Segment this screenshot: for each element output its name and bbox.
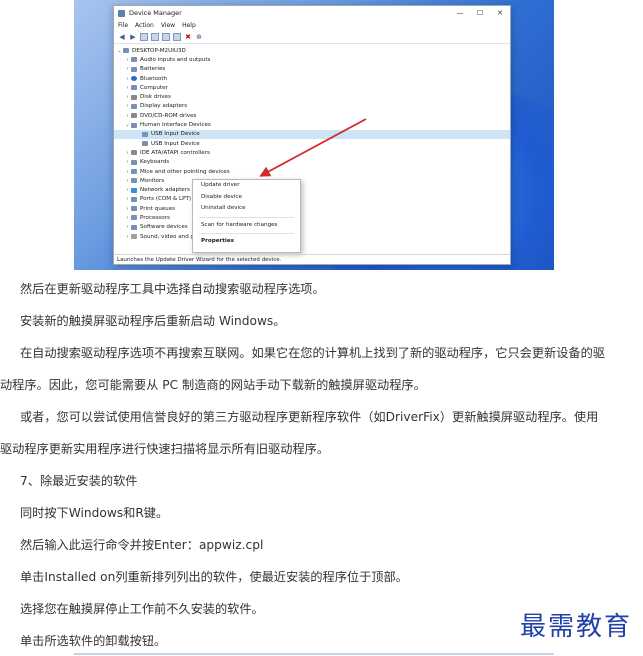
paragraph: 驱动程序更新实用程序进行快速扫描将显示所有旧驱动程序。 — [0, 442, 330, 456]
help-icon[interactable] — [151, 33, 159, 41]
uninstall-icon[interactable]: ✖ — [184, 33, 192, 41]
paragraph: 或者，您可以尝试使用信誉良好的第三方驱动程序更新程序软件（如DriverFix）… — [20, 410, 599, 424]
monitor-icon[interactable] — [173, 33, 181, 41]
menu-action[interactable]: Action — [135, 22, 154, 29]
next-image-edge — [74, 653, 554, 655]
minimize-button[interactable]: — — [450, 9, 470, 17]
section-heading: 7、除最近安装的软件 — [20, 474, 138, 488]
paragraph: 安装新的触摸屏驱动程序后重新启动 Windows。 — [20, 314, 286, 328]
paragraph: 然后输入此运行命令并按Enter：appwiz.cpl — [20, 538, 264, 552]
paragraph: 单击Installed on列重新排列列出的软件，使最近安装的程序位于顶部。 — [20, 570, 408, 584]
window-title: Device Manager — [129, 9, 182, 17]
close-button[interactable]: ✕ — [490, 9, 510, 17]
paragraph: 动程序。因此，您可能需要从 PC 制造商的网站手动下载新的触摸屏驱动程序。 — [0, 378, 426, 392]
back-icon[interactable]: ◀ — [118, 33, 126, 41]
status-bar: Launches the Update Driver Wizard for th… — [114, 254, 510, 264]
scan-icon[interactable] — [162, 33, 170, 41]
maximize-button[interactable]: ☐ — [470, 9, 490, 17]
update-icon[interactable]: ⊕ — [195, 33, 203, 41]
device-manager-icon — [118, 9, 125, 17]
paragraph: 在自动搜索驱动程序选项不再搜索互联网。如果它在您的计算机上找到了新的驱动程序，它… — [20, 346, 605, 360]
toolbar: ◀ ▶ ✖ ⊕ — [114, 31, 510, 44]
watermark-logo: 最需教育 — [520, 612, 633, 642]
menu-help[interactable]: Help — [182, 22, 196, 29]
device-manager-window: Device Manager — ☐ ✕ File Action View He… — [113, 5, 511, 265]
device-tree: ⌄ DESKTOP-M2UIU3D › Audio inputs and outp… — [114, 44, 510, 253]
forward-icon[interactable]: ▶ — [129, 33, 137, 41]
device-manager-screenshot: Device Manager — ☐ ✕ File Action View He… — [74, 0, 554, 270]
red-arrow-annotation — [259, 118, 367, 177]
menu-file[interactable]: File — [118, 22, 128, 29]
menu-bar: File Action View Help — [114, 20, 510, 31]
properties-icon[interactable] — [140, 33, 148, 41]
paragraph: 同时按下Windows和R键。 — [20, 506, 169, 520]
title-bar: Device Manager — ☐ ✕ — [114, 6, 510, 20]
paragraph: 然后在更新驱动程序工具中选择自动搜索驱动程序选项。 — [20, 282, 325, 296]
menu-view[interactable]: View — [161, 22, 175, 29]
